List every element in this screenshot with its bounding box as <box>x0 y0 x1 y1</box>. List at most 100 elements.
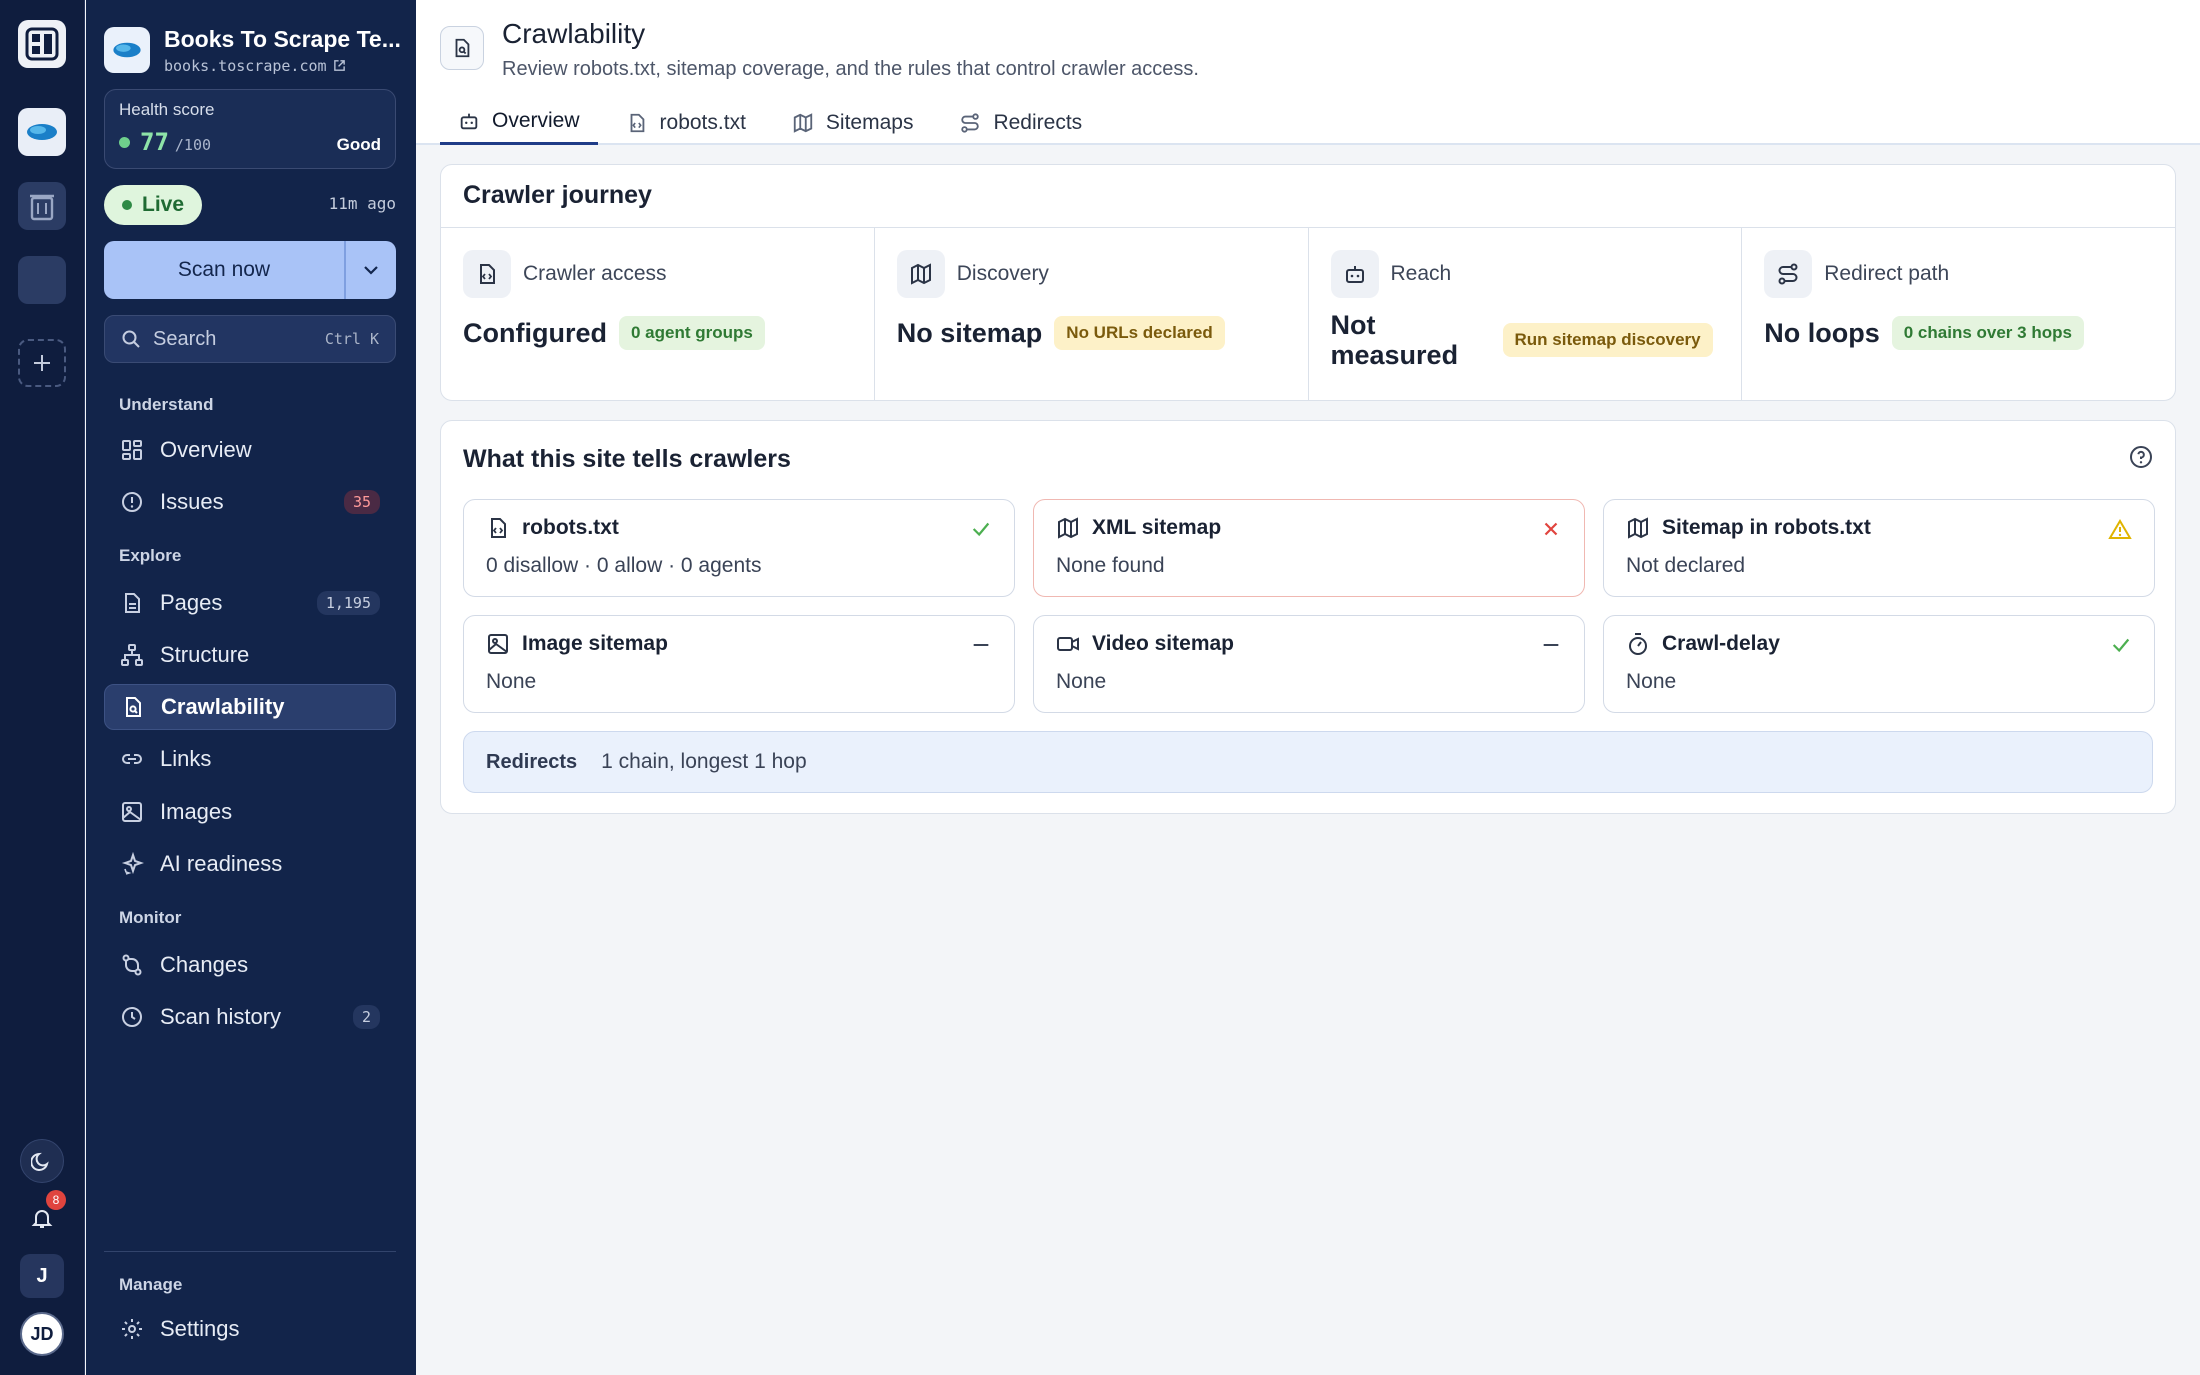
journey-discovery[interactable]: Discovery No sitemap No URLs declared <box>875 228 1309 400</box>
help-circle-icon[interactable] <box>2129 445 2153 469</box>
warning-triangle-icon <box>2108 519 2132 539</box>
scan-now-button[interactable]: Scan now <box>104 241 344 299</box>
tab-sitemaps[interactable]: Sitemaps <box>774 100 932 145</box>
journey-reach[interactable]: Reach Not measured Run sitemap discovery <box>1309 228 1743 400</box>
item-name: XML sitemap <box>1092 516 1222 539</box>
file-icon <box>125 593 140 613</box>
site-switch-books-icon[interactable] <box>18 108 66 156</box>
sidebar-item-pages[interactable]: Pages 1,195 <box>104 580 396 626</box>
section-monitor: Monitor <box>119 908 182 927</box>
image-icon <box>488 634 508 654</box>
image-sitemap-item[interactable]: Image sitemap None <box>463 615 1015 713</box>
sidebar-item-changes[interactable]: Changes <box>104 942 396 988</box>
site-url-text: books.toscrape.com <box>164 56 327 75</box>
robots-txt-item[interactable]: robots.txt 0 disallow · 0 allow · 0 agen… <box>463 499 1015 597</box>
map-icon <box>1628 517 1648 539</box>
sidebar-item-structure[interactable]: Structure <box>104 632 396 678</box>
redirects-label: Redirects <box>486 750 578 773</box>
video-sitemap-item[interactable]: Video sitemap None <box>1033 615 1585 713</box>
sidebar-item-images[interactable]: Images <box>104 789 396 835</box>
sidebar-item-scan-history[interactable]: Scan history 2 <box>104 994 396 1040</box>
redirects-summary[interactable]: Redirects 1 chain, longest 1 hop <box>463 731 2153 793</box>
tab-bar: Overview robots.txt Sitemaps Redirects <box>440 100 1110 145</box>
journey-label: Crawler access <box>523 262 667 285</box>
site-url-link[interactable]: books.toscrape.com <box>164 57 401 75</box>
search-shortcut: Ctrl K <box>324 330 379 348</box>
live-dot <box>122 200 132 210</box>
app-rail: 8 J JD <box>0 0 85 1375</box>
health-score-card[interactable]: Health score 77 /100 Good <box>104 89 396 169</box>
item-name: Crawl-delay <box>1662 632 1780 655</box>
search-input[interactable]: Search Ctrl K <box>104 315 396 363</box>
add-site-icon[interactable] <box>18 339 66 387</box>
journey-crawler-access[interactable]: Crawler access Configured 0 agent groups <box>441 228 875 400</box>
journey-label: Redirect path <box>1824 262 1950 285</box>
crawler-journey-card: Crawler journey Crawler access Configure… <box>440 164 2176 401</box>
page-title: Crawlability <box>502 18 646 49</box>
file-search-icon <box>440 26 484 70</box>
sidebar-item-issues[interactable]: Issues 35 <box>104 479 396 525</box>
bot-icon <box>1330 250 1379 298</box>
minus-icon <box>1543 643 1559 647</box>
map-icon <box>793 112 813 133</box>
health-status-dot <box>119 136 130 148</box>
sidebar-item-label: Settings <box>160 1316 240 1341</box>
file-code-icon <box>630 113 644 132</box>
redirects-value: 1 chain, longest 1 hop <box>601 750 807 773</box>
sparkles-icon <box>121 852 144 875</box>
journey-value: No sitemap <box>896 317 1043 348</box>
app-logo-icon[interactable] <box>18 20 66 68</box>
journey-redirect-path[interactable]: Redirect path No loops 0 chains over 3 h… <box>1742 228 2175 400</box>
tab-label: Redirects <box>993 110 1083 134</box>
route-icon <box>1764 250 1813 298</box>
tab-label: robots.txt <box>659 110 746 134</box>
scan-options-chevron-down-icon[interactable] <box>344 241 396 299</box>
journey-badge: 0 chains over 3 hops <box>1891 316 2084 350</box>
route-icon <box>961 112 980 133</box>
sidebar-item-label: Crawlability <box>161 694 285 719</box>
page-subtitle: Review robots.txt, sitemap coverage, and… <box>502 58 1199 80</box>
theme-toggle-moon-icon[interactable] <box>20 1139 64 1183</box>
search-icon <box>122 330 140 348</box>
minus-icon <box>973 643 989 647</box>
health-score-label: Health score <box>119 100 215 119</box>
notifications-bell-icon[interactable]: 8 <box>20 1190 66 1240</box>
journey-label: Discovery <box>956 262 1049 285</box>
crawl-delay-item[interactable]: Crawl-delay None <box>1603 615 2155 713</box>
sidebar-item-crawlability[interactable]: Crawlability <box>104 684 396 730</box>
live-status-badge: Live <box>104 185 203 225</box>
sidebar-item-settings[interactable]: Settings <box>104 1306 396 1352</box>
sidebar-item-label: Overview <box>160 437 252 462</box>
item-desc: None found <box>1056 554 1165 577</box>
item-name: Image sitemap <box>522 632 668 655</box>
gear-icon <box>122 1319 142 1339</box>
site-switch-trash-icon[interactable] <box>18 182 66 230</box>
workspace-button[interactable]: J <box>20 1254 64 1298</box>
site-header[interactable]: Books To Scrape Te... books.toscrape.com <box>104 24 404 76</box>
sidebar-item-ai-readiness[interactable]: AI readiness <box>104 841 396 887</box>
run-sitemap-discovery-button[interactable]: Run sitemap discovery <box>1502 323 1713 357</box>
tab-overview[interactable]: Overview <box>440 100 598 145</box>
sidebar-item-label: AI readiness <box>160 851 283 876</box>
site-switch-blank-icon[interactable] <box>18 256 66 304</box>
link-icon <box>122 754 142 764</box>
map-icon <box>1058 517 1078 539</box>
sidebar-item-links[interactable]: Links <box>104 736 396 782</box>
journey-value: No loops <box>1764 317 1880 348</box>
item-desc: Not declared <box>1626 554 1746 577</box>
tab-redirects[interactable]: Redirects <box>941 100 1100 145</box>
sidebar-item-overview[interactable]: Overview <box>104 427 396 473</box>
xml-sitemap-item[interactable]: XML sitemap None found <box>1033 499 1585 597</box>
site-tells-crawlers-card: What this site tells crawlers robots.txt… <box>440 420 2176 814</box>
sidebar-item-label: Links <box>160 746 212 771</box>
image-icon <box>122 802 142 822</box>
notifications-badge: 8 <box>46 1190 66 1210</box>
tab-label: Sitemaps <box>825 110 914 134</box>
user-avatar[interactable]: JD <box>20 1312 64 1356</box>
tab-label: Overview <box>492 109 580 132</box>
tab-robots[interactable]: robots.txt <box>608 100 764 145</box>
main-content: Crawlability Review robots.txt, sitemap … <box>416 0 2200 1375</box>
sitemap-in-robots-item[interactable]: Sitemap in robots.txt Not declared <box>1603 499 2155 597</box>
last-scan-time: 11m ago <box>328 194 396 213</box>
item-desc: 0 disallow · 0 allow · 0 agents <box>486 554 762 577</box>
